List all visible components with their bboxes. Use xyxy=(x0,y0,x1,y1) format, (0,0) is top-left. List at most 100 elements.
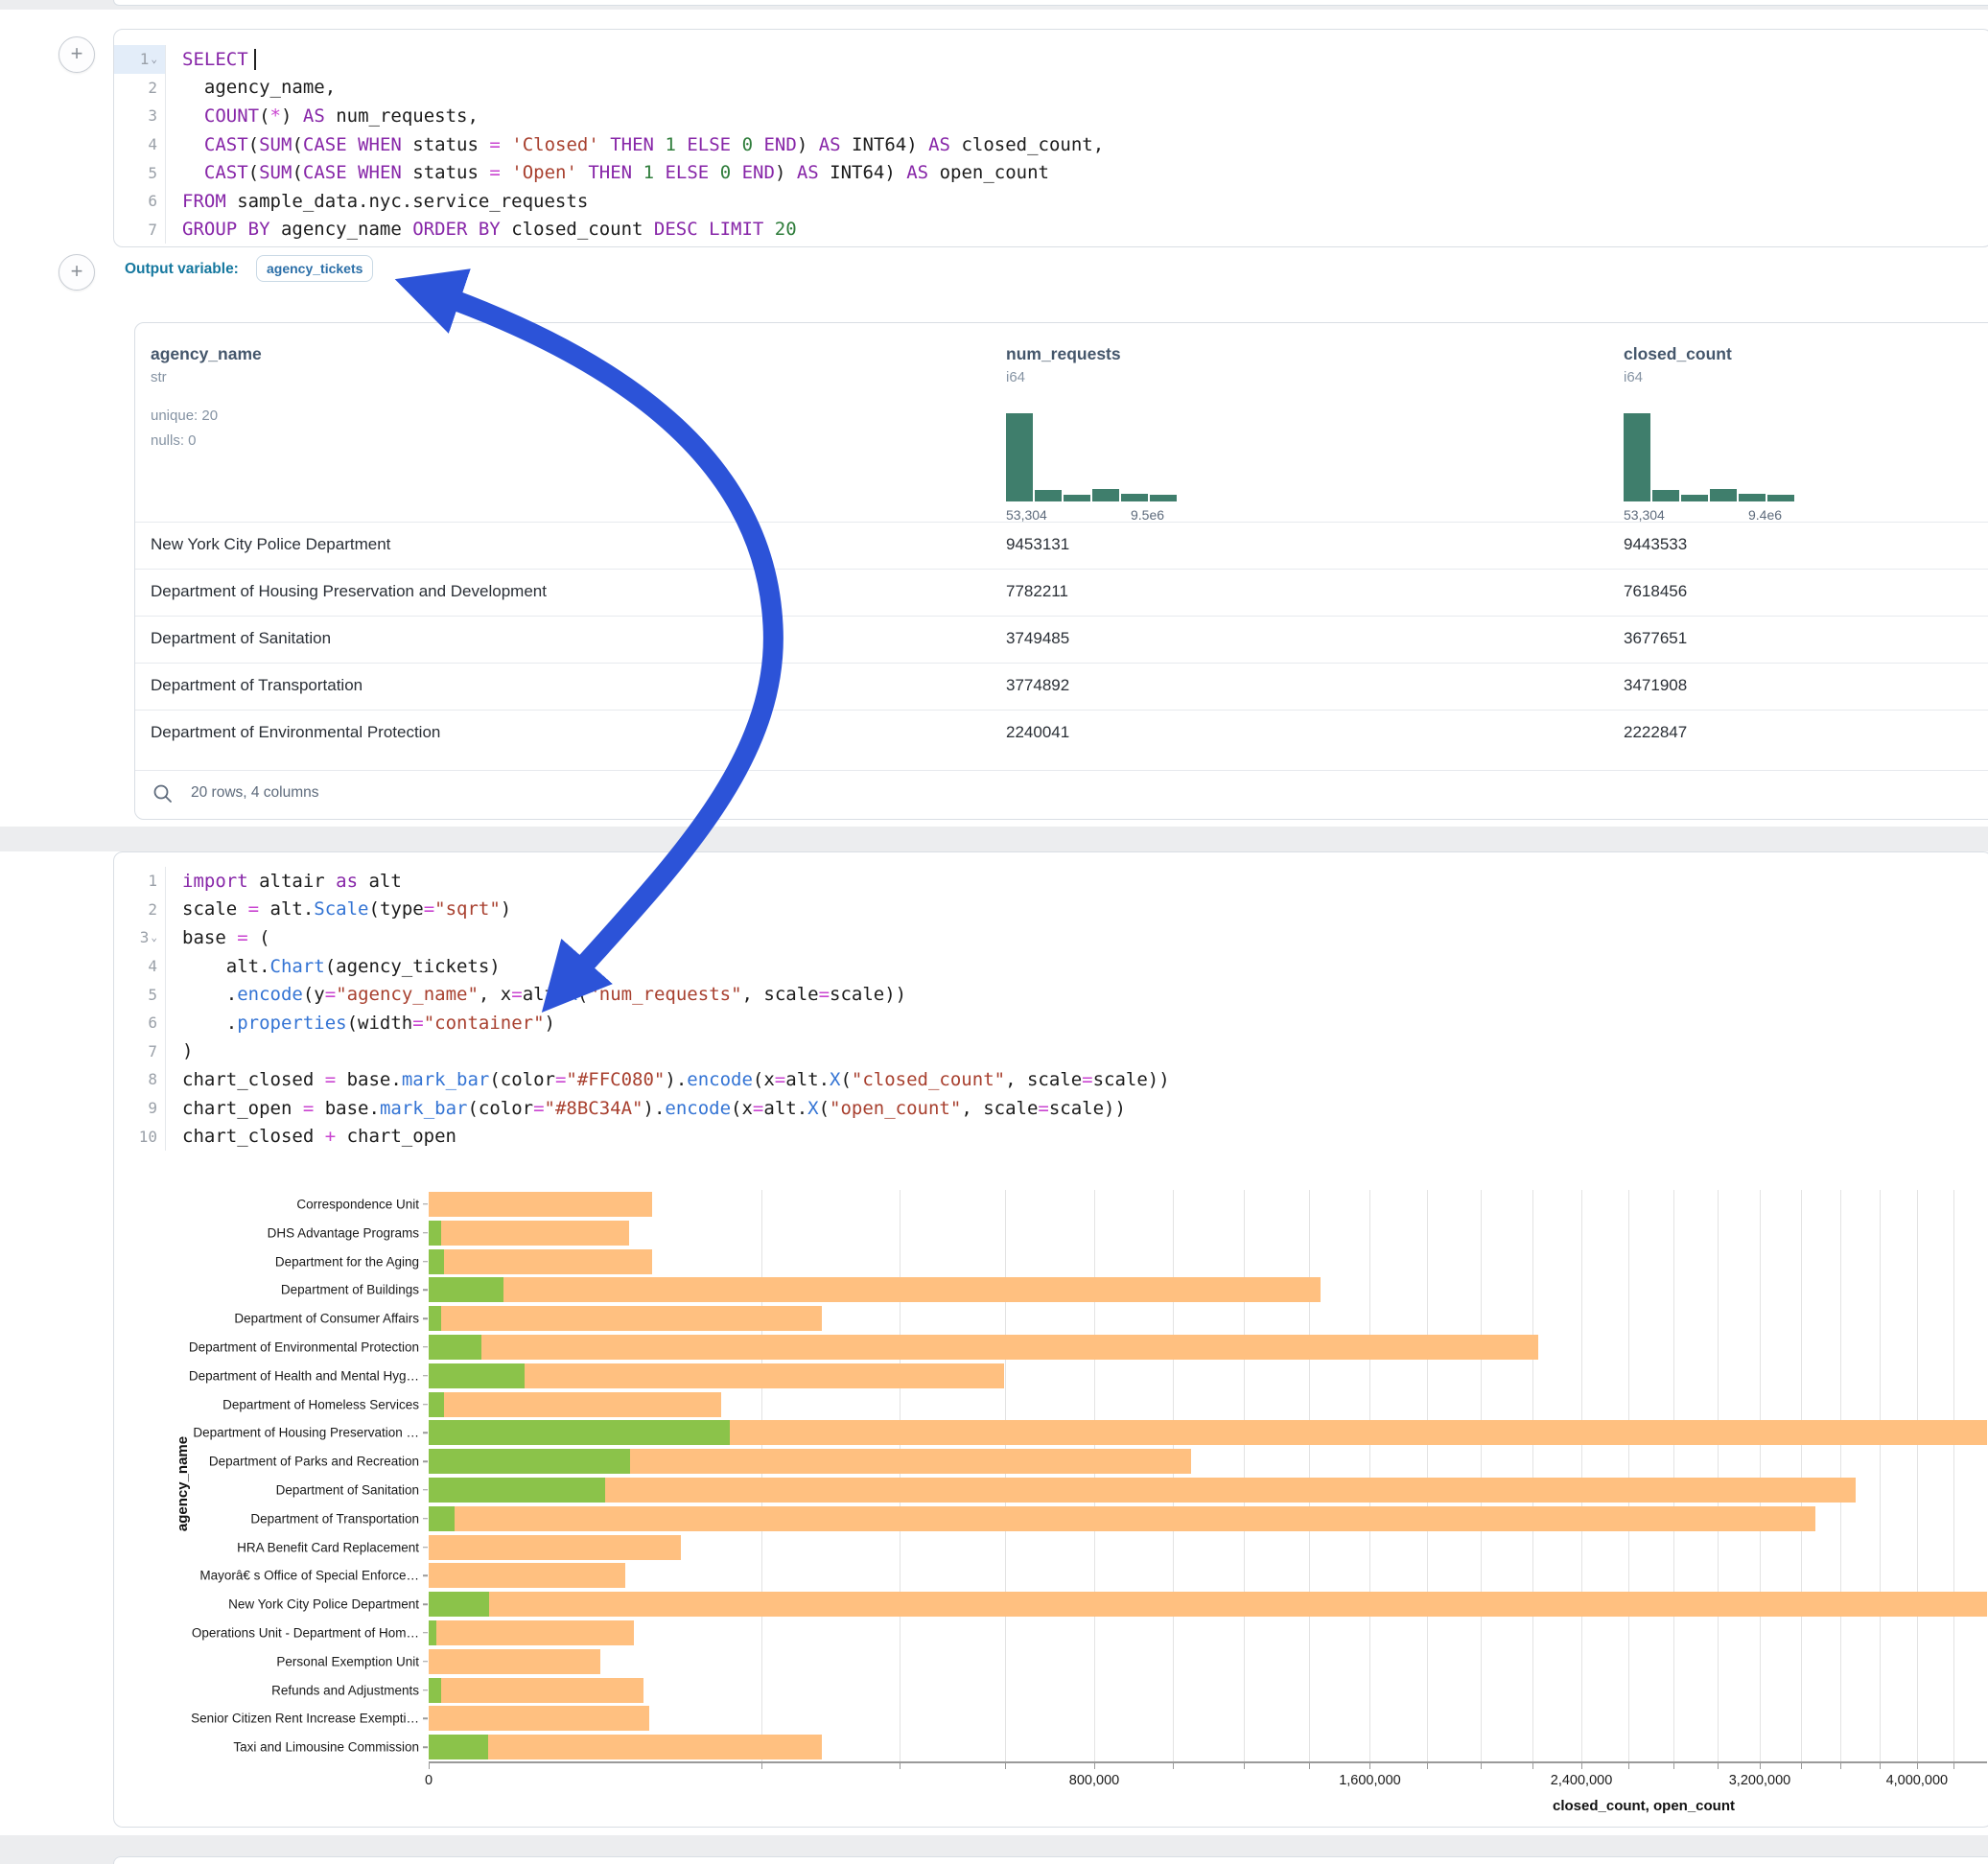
open_count-bar xyxy=(429,1249,444,1274)
x-axis-tick xyxy=(1760,1763,1761,1769)
table-row[interactable]: Department of Sanitation37494853677651 xyxy=(135,616,1988,664)
table-cell: 3749485 xyxy=(1006,629,1069,648)
closed_count-bar xyxy=(429,1678,643,1703)
code-line[interactable]: 7GROUP BY agency_name ORDER BY closed_co… xyxy=(114,216,1988,245)
histogram-bar xyxy=(1767,495,1794,501)
x-axis-tick xyxy=(1581,1763,1582,1769)
code-line[interactable]: 6FROM sample_data.nyc.service_requests xyxy=(114,187,1988,216)
gridline xyxy=(1369,1190,1370,1761)
code-line[interactable]: 2 agency_name, xyxy=(114,74,1988,103)
closed_count-bar xyxy=(429,1306,822,1331)
code-line[interactable]: 10chart_closed + chart_open xyxy=(114,1122,1988,1151)
output-variable-chip[interactable]: agency_tickets xyxy=(256,255,373,282)
y-axis-label: New York City Police Department xyxy=(228,1597,419,1612)
open_count-bar xyxy=(429,1735,488,1759)
y-axis-tick xyxy=(423,1746,428,1748)
line-number: 9 xyxy=(114,1094,166,1123)
chart-x-axis-title: closed_count, open_count xyxy=(1553,1798,1735,1814)
code-line[interactable]: 4 alt.Chart(agency_tickets) xyxy=(114,952,1988,981)
closed_count-bar xyxy=(429,1563,625,1588)
column-header-agency_name[interactable]: agency_namestrunique: 20nulls: 0 xyxy=(151,323,400,522)
code-line[interactable]: 5 CAST(SUM(CASE WHEN status = 'Open' THE… xyxy=(114,158,1988,187)
x-axis-tick xyxy=(1094,1763,1095,1769)
y-axis-tick xyxy=(423,1203,428,1205)
line-number: 2 xyxy=(114,896,166,924)
code-text: GROUP BY agency_name ORDER BY closed_cou… xyxy=(166,219,797,240)
table-row[interactable]: Department of Transportation377489234719… xyxy=(135,663,1988,711)
x-axis-tick xyxy=(1244,1763,1245,1769)
x-axis-label: 1,600,000 xyxy=(1339,1773,1401,1788)
closed_count-bar xyxy=(429,1277,1321,1302)
code-line[interactable]: 6 .properties(width="container") xyxy=(114,1009,1988,1037)
collapse-caret-icon[interactable]: ⌄ xyxy=(151,53,157,65)
y-axis-tick xyxy=(423,1290,428,1292)
column-stat: nulls: 0 xyxy=(151,432,197,449)
sql-code-editor[interactable]: 1⌄SELECT2 agency_name,3 COUNT(*) AS num_… xyxy=(114,30,1988,246)
histogram-min-label: 53,304 xyxy=(1624,507,1665,523)
y-axis-tick xyxy=(423,1433,428,1434)
collapse-caret-icon[interactable]: ⌄ xyxy=(151,931,157,944)
line-number: 3⌄ xyxy=(114,923,166,952)
y-axis-tick xyxy=(423,1261,428,1263)
search-icon[interactable] xyxy=(152,783,174,804)
column-type: i64 xyxy=(1006,369,1025,385)
x-axis-tick xyxy=(1481,1763,1482,1769)
table-row[interactable]: New York City Police Department945313194… xyxy=(135,522,1988,570)
histogram-bar xyxy=(1006,413,1033,501)
code-line[interactable]: 1⌄SELECT xyxy=(114,45,1988,74)
python-cell[interactable]: 1import altair as alt2scale = alt.Scale(… xyxy=(113,851,1988,1828)
open_count-bar xyxy=(429,1221,441,1246)
table-cell: Department of Environmental Protection xyxy=(151,723,440,742)
table-cell: 3774892 xyxy=(1006,676,1069,695)
column-name: agency_name xyxy=(151,344,262,364)
table-cell: 9453131 xyxy=(1006,535,1069,554)
y-axis-label: Operations Unit - Department of Hom… xyxy=(192,1625,419,1640)
x-axis-tick xyxy=(1801,1763,1802,1769)
table-cell: 7618456 xyxy=(1624,582,1687,601)
open_count-bar xyxy=(429,1335,481,1360)
x-axis-tick xyxy=(1427,1763,1428,1769)
code-line[interactable]: 9chart_open = base.mark_bar(color="#8BC3… xyxy=(114,1094,1988,1123)
y-axis-tick xyxy=(423,1375,428,1377)
python-code-editor[interactable]: 1import altair as alt2scale = alt.Scale(… xyxy=(114,852,1988,1164)
code-line[interactable]: 8chart_closed = base.mark_bar(color="#FF… xyxy=(114,1065,1988,1094)
line-number: 7 xyxy=(114,216,166,245)
x-axis-tick xyxy=(1369,1763,1370,1769)
line-number: 3 xyxy=(114,102,166,130)
code-line[interactable]: 2scale = alt.Scale(type="sqrt") xyxy=(114,896,1988,924)
code-line[interactable]: 3⌄base = ( xyxy=(114,923,1988,952)
sql-cell[interactable]: 1⌄SELECT2 agency_name,3 COUNT(*) AS num_… xyxy=(113,29,1988,247)
x-axis-tick xyxy=(761,1763,762,1769)
add-cell-button-top[interactable]: + xyxy=(58,36,95,73)
y-axis-label: Department of Consumer Affairs xyxy=(234,1312,419,1326)
code-text: chart_open = base.mark_bar(color="#8BC34… xyxy=(166,1098,1126,1119)
y-axis-label: Taxi and Limousine Commission xyxy=(233,1740,419,1755)
add-cell-button-output[interactable]: + xyxy=(58,254,95,291)
histogram-bar xyxy=(1121,494,1148,501)
line-number: 6 xyxy=(114,187,166,216)
code-line[interactable]: 1import altair as alt xyxy=(114,867,1988,896)
code-line[interactable]: 5 .encode(y="agency_name", x=alt.X("num_… xyxy=(114,980,1988,1009)
code-line[interactable]: 4 CAST(SUM(CASE WHEN status = 'Closed' T… xyxy=(114,130,1988,159)
column-header-num_requests[interactable]: num_requestsi6453,3049.5e6 xyxy=(1006,323,1255,522)
column-header-closed_count[interactable]: closed_counti6453,3049.4e6 xyxy=(1624,323,1873,522)
open_count-bar xyxy=(429,1306,441,1331)
table-cell: Department of Transportation xyxy=(151,676,363,695)
table-row[interactable]: Department of Environmental Protection22… xyxy=(135,710,1988,757)
table-cell: Department of Sanitation xyxy=(151,629,331,648)
gridline xyxy=(1628,1190,1629,1761)
code-line[interactable]: 7) xyxy=(114,1037,1988,1066)
histogram-max-label: 9.5e6 xyxy=(1131,507,1164,523)
x-axis-label: 3,200,000 xyxy=(1729,1773,1791,1788)
code-text: CAST(SUM(CASE WHEN status = 'Open' THEN … xyxy=(166,162,1049,183)
code-text: import altair as alt xyxy=(166,871,402,892)
closed_count-bar xyxy=(429,1392,721,1417)
table-row[interactable]: Department of Housing Preservation and D… xyxy=(135,569,1988,617)
code-line[interactable]: 3 COUNT(*) AS num_requests, xyxy=(114,102,1988,130)
table-footer: 20 rows, 4 columns xyxy=(135,770,1988,819)
y-axis-tick xyxy=(423,1460,428,1462)
y-axis-tick xyxy=(423,1632,428,1634)
x-axis-tick xyxy=(1309,1763,1310,1769)
gridline xyxy=(1581,1190,1582,1761)
output-variable-label: Output variable: xyxy=(125,261,239,278)
